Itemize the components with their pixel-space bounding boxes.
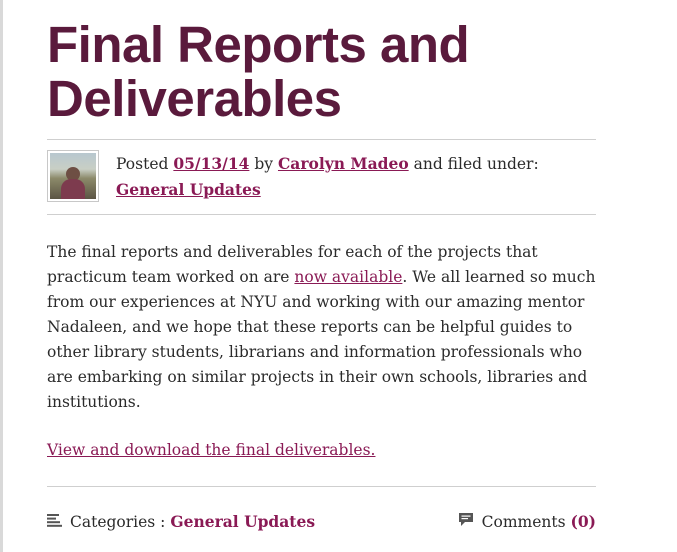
author-link[interactable]: Carolyn Madeo [278, 154, 409, 173]
meta-text: Posted 05/13/14 by Carolyn Madeo and fil… [116, 151, 539, 203]
list-lines-icon [47, 511, 62, 533]
footer-categories: Categories : General Updates [47, 511, 315, 533]
divider-meta [47, 214, 596, 215]
footer-category-link[interactable]: General Updates [170, 511, 315, 533]
download-paragraph: View and download the final deliverables… [47, 438, 607, 463]
author-avatar[interactable] [47, 150, 99, 202]
post-meta: Posted 05/13/14 by Carolyn Madeo and fil… [47, 140, 596, 214]
post-title-line1: Final Reports and [47, 16, 470, 73]
posted-label: Posted [116, 155, 169, 173]
comments-count-link[interactable]: (0) [571, 511, 596, 533]
avatar-body-shape [61, 179, 85, 199]
categories-label: Categories : [70, 513, 166, 531]
post-title-line2: Deliverables [47, 70, 342, 127]
post-date-link[interactable]: 05/13/14 [173, 154, 249, 173]
left-border [0, 0, 3, 552]
post-footer: Categories : General Updates Comments (0… [47, 487, 596, 552]
paragraph-text-after: . We all learned so much from our experi… [47, 268, 596, 411]
by-label: by [254, 155, 274, 173]
post-content: The final reports and deliverables for e… [47, 240, 607, 463]
footer-comments[interactable]: Comments (0) [458, 511, 596, 533]
avatar-image [50, 153, 96, 199]
now-available-link[interactable]: now available [294, 268, 402, 286]
meta-category-link[interactable]: General Updates [116, 180, 261, 199]
post-title: Final Reports and Deliverables [47, 18, 596, 126]
comments-label: Comments [481, 513, 566, 531]
download-deliverables-link[interactable]: View and download the final deliverables… [47, 441, 375, 459]
blog-post: Final Reports and Deliverables Posted 05… [47, 0, 596, 552]
speech-bubble-icon [458, 511, 474, 533]
filed-under-label: and filed under: [413, 155, 539, 173]
post-paragraph: The final reports and deliverables for e… [47, 240, 607, 415]
